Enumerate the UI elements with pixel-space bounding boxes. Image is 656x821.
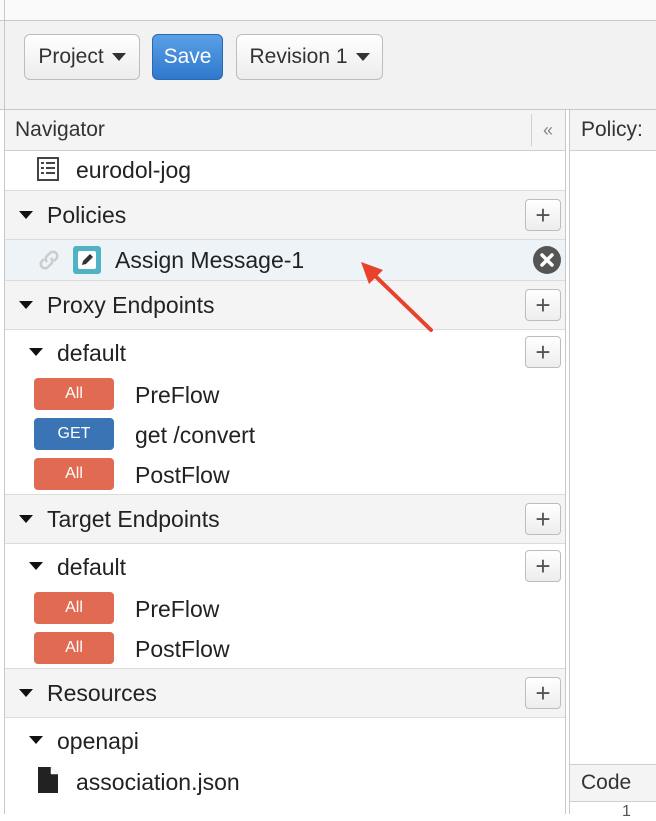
proxy-default-label: default [57,340,127,366]
edit-policy-icon [73,246,101,274]
caret-down-icon [29,348,43,356]
remove-policy-icon[interactable] [532,245,562,275]
flow-label: PreFlow [135,382,220,408]
flow-badge-all: All [34,632,114,664]
flow-row[interactable]: All PostFlow [5,454,565,494]
flow-badge-get: GET [34,418,114,450]
policy-panel-title: Policy: [581,118,643,141]
resources-label: Resources [47,680,157,706]
add-target-flow-button[interactable]: + [525,550,561,582]
caret-down-icon [111,53,126,61]
target-endpoints-label: Target Endpoints [47,506,220,532]
policy-panel-header: Policy: [570,110,656,151]
flow-row[interactable]: All PreFlow [5,588,565,628]
revision-dropdown-button[interactable]: Revision 1 [236,34,383,80]
flow-row[interactable]: All PostFlow [5,628,565,668]
add-proxy-flow-button[interactable]: + [525,336,561,368]
flow-badge-all: All [34,458,114,490]
proxy-endpoints-section[interactable]: Proxy Endpoints + [5,280,565,330]
proxy-endpoints-label: Proxy Endpoints [47,292,215,318]
policy-panel: Policy: Code 1 [569,110,656,820]
caret-down-icon [19,301,33,309]
flow-label: PostFlow [135,636,230,662]
code-line-number: 1 [622,803,631,820]
toolbar: Project Save Revision 1 [0,21,656,110]
target-endpoints-section[interactable]: Target Endpoints + [5,494,565,544]
navigator-panel: Navigator « eurodol-jog Policies + Assig… [4,110,566,814]
project-dropdown-button[interactable]: Project [24,34,140,80]
resources-section[interactable]: Resources + [5,668,565,718]
caret-down-icon [29,736,43,744]
flow-label: PreFlow [135,596,220,622]
resource-file-label: association.json [76,769,240,795]
policy-item-assign-message[interactable]: Assign Message-1 [5,240,565,280]
caret-down-icon [19,689,33,697]
project-label: Project [38,45,104,68]
collapse-icon[interactable]: « [531,114,564,146]
caret-down-icon [29,562,43,570]
flow-row[interactable]: All PreFlow [5,374,565,414]
revision-label: Revision 1 [249,45,348,68]
top-strip [0,0,656,21]
link-icon [39,250,59,270]
policies-section[interactable]: Policies + [5,190,565,240]
target-default-row[interactable]: default + [5,546,565,586]
proxy-default-row[interactable]: default + [5,332,565,372]
save-button[interactable]: Save [152,34,223,80]
save-label: Save [163,45,212,68]
flow-label: PostFlow [135,462,230,488]
flow-row[interactable]: GET get /convert [5,414,565,454]
add-resource-button[interactable]: + [525,677,561,709]
annotation-arrow-icon [361,262,433,332]
add-target-endpoint-button[interactable]: + [525,503,561,535]
proxy-row[interactable]: eurodol-jog [5,150,565,190]
add-policy-button[interactable]: + [525,199,561,231]
flow-badge-all: All [34,378,114,410]
add-proxy-endpoint-button[interactable]: + [525,289,561,321]
caret-down-icon [19,211,33,219]
navigator-title: Navigator [15,118,105,141]
file-icon [38,767,58,793]
caret-down-icon [19,515,33,523]
proxy-name: eurodol-jog [76,157,192,183]
resource-folder-row[interactable]: openapi [5,720,565,760]
policies-label: Policies [47,202,127,228]
code-header: Code [570,764,656,802]
navigator-header: Navigator « [5,110,565,151]
caret-down-icon [355,53,370,61]
resource-file-row[interactable]: association.json [5,762,565,802]
policy-item-label: Assign Message-1 [115,247,305,273]
resource-folder-label: openapi [57,728,139,754]
target-default-label: default [57,554,127,580]
flow-label: get /convert [135,422,256,448]
proxy-list-icon [37,157,59,181]
flow-badge-all: All [34,592,114,624]
code-label: Code [581,771,632,794]
